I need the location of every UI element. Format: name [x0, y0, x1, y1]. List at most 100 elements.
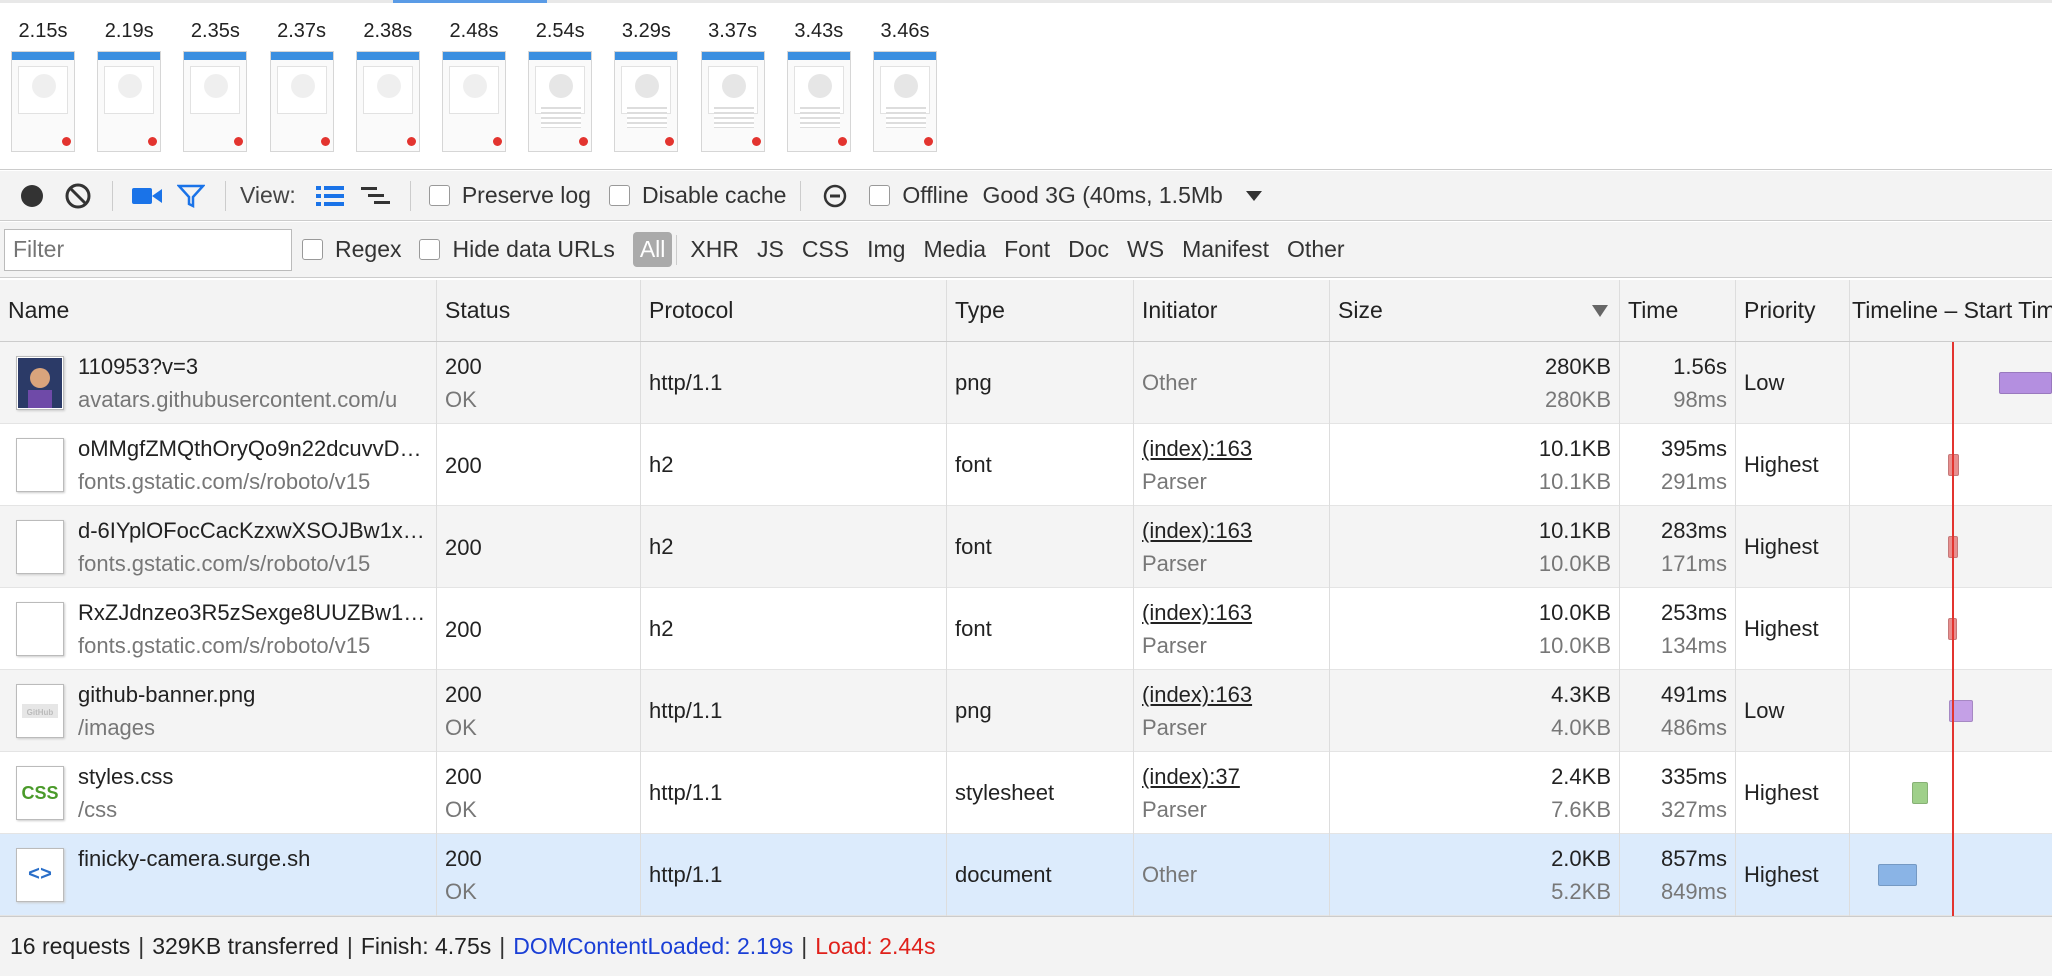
- column-header-type[interactable]: Type: [947, 280, 1134, 341]
- initiator-link[interactable]: (index):163: [1142, 596, 1329, 629]
- size-cell: 10.1KB 10.1KB: [1330, 424, 1620, 506]
- filmstrip-frame[interactable]: 2.35s: [182, 18, 248, 154]
- throttling-value: Good 3G (40ms, 1.5Mb: [982, 182, 1223, 208]
- filmstrip-frame[interactable]: 2.54s: [527, 18, 593, 154]
- frame-thumbnail: [355, 51, 420, 152]
- filmstrip-frame[interactable]: 3.43s: [786, 18, 852, 154]
- filmstrip-frame[interactable]: 3.29s: [613, 18, 679, 154]
- throttling-select[interactable]: Good 3G (40ms, 1.5Mb: [982, 182, 1264, 209]
- column-header-protocol[interactable]: Protocol: [641, 280, 947, 341]
- clear-icon[interactable]: [58, 176, 98, 216]
- resource-size: 10.1KB: [1538, 469, 1611, 494]
- initiator-link[interactable]: (index):37: [1142, 760, 1329, 793]
- frame-thumbnail: [269, 51, 334, 152]
- latency-time: 849ms: [1660, 879, 1727, 904]
- filter-type-media[interactable]: Media: [914, 236, 995, 263]
- table-row[interactable]: oMMgfZMQthOryQo9n22dcuvvD… fonts.gstatic.…: [0, 424, 2052, 506]
- latency-time: 291ms: [1660, 469, 1727, 494]
- transfer-size: 10.1KB: [1538, 518, 1611, 543]
- filmstrip-scrollbar[interactable]: [0, 0, 2052, 3]
- filter-type-img[interactable]: Img: [858, 236, 914, 263]
- capture-screenshots-icon[interactable]: [127, 176, 167, 216]
- table-row[interactable]: <> finicky-camera.surge.sh 200 OK http/1.1 do…: [0, 834, 2052, 916]
- filter-type-ws[interactable]: WS: [1118, 236, 1173, 263]
- record-icon[interactable]: [12, 176, 52, 216]
- request-name: styles.css: [78, 764, 174, 789]
- column-header-timeline[interactable]: Timeline – Start Time: [1850, 280, 2052, 341]
- regex-checkbox[interactable]: Regex: [302, 236, 401, 263]
- waterfall-overview-icon[interactable]: [356, 176, 396, 216]
- protocol-cell: http/1.1: [641, 670, 947, 752]
- preserve-log-checkbox[interactable]: Preserve log: [428, 182, 591, 209]
- timeline-bar[interactable]: [1911, 782, 1928, 804]
- priority-value: Highest: [1744, 780, 1819, 805]
- table-row[interactable]: RxZJdnzeo3R5zSexge8UUZBw1… fonts.gstatic.…: [0, 588, 2052, 670]
- filter-icon[interactable]: [171, 176, 211, 216]
- transfer-size: 10.1KB: [1538, 436, 1611, 461]
- filmstrip-frame[interactable]: 2.15s: [10, 18, 76, 154]
- filter-type-css[interactable]: CSS: [793, 236, 858, 263]
- offline-checkbox[interactable]: Offline: [869, 182, 968, 209]
- filmstrip-frame[interactable]: 2.48s: [441, 18, 507, 154]
- filter-type-js[interactable]: JS: [748, 236, 793, 263]
- column-header-initiator[interactable]: Initiator: [1134, 280, 1330, 341]
- column-header-time[interactable]: Time: [1620, 280, 1736, 341]
- priority-cell: Low: [1736, 342, 1850, 424]
- filter-type-font[interactable]: Font: [995, 236, 1059, 263]
- block-requests-icon[interactable]: [815, 176, 855, 216]
- large-rows-icon[interactable]: [310, 176, 350, 216]
- table-row[interactable]: 110953?v=3 avatars.githubusercontent.com/…: [0, 342, 2052, 424]
- priority-cell: Highest: [1736, 588, 1850, 670]
- frame-time: 3.37s: [708, 20, 758, 42]
- resource-size: 10.0KB: [1538, 551, 1611, 576]
- disable-cache-checkbox[interactable]: Disable cache: [608, 182, 786, 209]
- filter-type-doc[interactable]: Doc: [1059, 236, 1118, 263]
- table-header: Name Status Protocol Type Initiator Size…: [0, 280, 2052, 342]
- name-cell[interactable]: GitHub github-banner.png/images: [0, 670, 437, 752]
- column-header-name[interactable]: Name: [0, 280, 437, 341]
- frame-time: 3.43s: [794, 20, 844, 42]
- protocol-value: h2: [649, 452, 674, 477]
- timeline-bar[interactable]: [1878, 864, 1917, 886]
- initiator-link[interactable]: (index):163: [1142, 514, 1329, 547]
- type-cell: png: [947, 670, 1134, 752]
- filter-type-all[interactable]: All: [632, 232, 673, 267]
- priority-value: Low: [1744, 370, 1785, 395]
- name-cell[interactable]: RxZJdnzeo3R5zSexge8UUZBw1… fonts.gstatic.…: [0, 588, 437, 670]
- filmstrip-frame[interactable]: 2.37s: [269, 18, 335, 154]
- load-time: Load: 2.44s: [815, 933, 936, 959]
- timeline-cell: [1850, 588, 2052, 670]
- filter-input[interactable]: [4, 228, 292, 271]
- name-cell[interactable]: <> finicky-camera.surge.sh: [0, 834, 437, 916]
- hide-data-urls-checkbox[interactable]: Hide data URLs: [419, 236, 615, 263]
- filmstrip-frame[interactable]: 2.19s: [96, 18, 162, 154]
- initiator-type: Parser: [1142, 797, 1207, 822]
- request-name: d-6IYplOFocCacKzxwXSOJBw1x…: [78, 518, 425, 543]
- request-host: fonts.gstatic.com/s/roboto/v15: [78, 551, 371, 576]
- filmstrip-frame[interactable]: 3.37s: [700, 18, 766, 154]
- column-header-status[interactable]: Status: [437, 280, 641, 341]
- column-header-priority[interactable]: Priority: [1736, 280, 1850, 341]
- filter-type-xhr[interactable]: XHR: [681, 236, 748, 263]
- status-code: 200: [445, 764, 482, 789]
- time-cell: 1.56s 98ms: [1620, 342, 1736, 424]
- name-cell[interactable]: 110953?v=3 avatars.githubusercontent.com/…: [0, 342, 437, 424]
- table-row[interactable]: d-6IYplOFocCacKzxwXSOJBw1x… fonts.gstatic…: [0, 506, 2052, 588]
- filmstrip-frame[interactable]: 3.46s: [872, 18, 938, 154]
- type-cell: png: [947, 342, 1134, 424]
- table-row[interactable]: CSS styles.css/css 200 OK http/1.1 stylesheet…: [0, 752, 2052, 834]
- priority-value: Highest: [1744, 862, 1819, 887]
- filmstrip-frame[interactable]: 2.38s: [355, 18, 421, 154]
- name-cell[interactable]: CSS styles.css/css: [0, 752, 437, 834]
- request-count: 16 requests: [10, 933, 131, 959]
- timeline-bar[interactable]: [1999, 372, 2052, 394]
- type-cell: document: [947, 834, 1134, 916]
- initiator-link[interactable]: (index):163: [1142, 678, 1329, 711]
- filter-type-manifest[interactable]: Manifest: [1173, 236, 1278, 263]
- table-row[interactable]: GitHub github-banner.png/images 200 OK http/…: [0, 670, 2052, 752]
- initiator-link[interactable]: (index):163: [1142, 432, 1329, 465]
- filter-type-other[interactable]: Other: [1278, 236, 1354, 263]
- name-cell[interactable]: d-6IYplOFocCacKzxwXSOJBw1x… fonts.gstatic…: [0, 506, 437, 588]
- name-cell[interactable]: oMMgfZMQthOryQo9n22dcuvvD… fonts.gstatic.…: [0, 424, 437, 506]
- column-header-size[interactable]: Size: [1330, 280, 1620, 341]
